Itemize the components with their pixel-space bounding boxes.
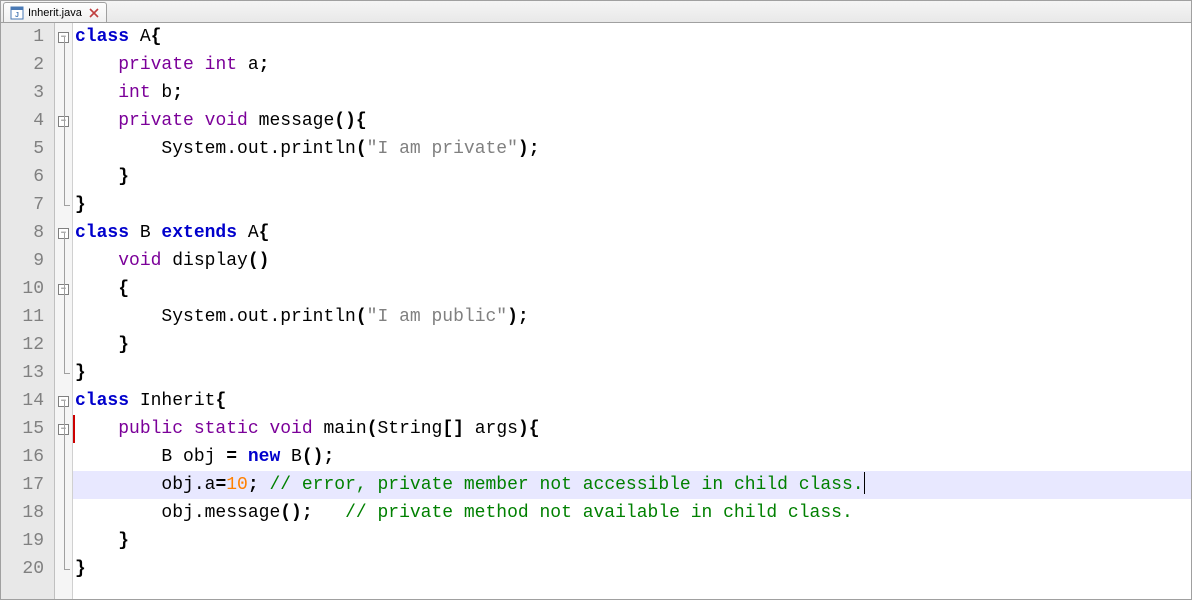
line-number: 13 bbox=[1, 359, 54, 387]
error-marker bbox=[73, 415, 75, 443]
line-number: 6 bbox=[1, 163, 54, 191]
code-line: public static void main(String[] args){ bbox=[73, 415, 1191, 443]
svg-text:J: J bbox=[15, 12, 19, 19]
line-number: 15 bbox=[1, 415, 54, 443]
code-line: private void message(){ bbox=[73, 107, 1191, 135]
code-line: System.out.println("I am private"); bbox=[73, 135, 1191, 163]
code-line: private int a; bbox=[73, 51, 1191, 79]
line-number: 12 bbox=[1, 331, 54, 359]
code-line: } bbox=[73, 527, 1191, 555]
code-line: void display() bbox=[73, 247, 1191, 275]
editor-body: 1 2 3 4 5 6 7 8 9 10 11 12 13 14 15 16 1… bbox=[1, 23, 1191, 599]
line-number: 18 bbox=[1, 499, 54, 527]
java-file-icon: J bbox=[10, 6, 24, 20]
code-area[interactable]: class A{ private int a; int b; private v… bbox=[73, 23, 1191, 599]
line-number: 19 bbox=[1, 527, 54, 555]
line-number: 7 bbox=[1, 191, 54, 219]
line-number: 17 bbox=[1, 471, 54, 499]
code-line: } bbox=[73, 163, 1191, 191]
text-cursor bbox=[864, 472, 865, 494]
line-number-gutter: 1 2 3 4 5 6 7 8 9 10 11 12 13 14 15 16 1… bbox=[1, 23, 55, 599]
code-line: class B extends A{ bbox=[73, 219, 1191, 247]
line-number: 20 bbox=[1, 555, 54, 583]
line-number: 10 bbox=[1, 275, 54, 303]
code-line: } bbox=[73, 191, 1191, 219]
line-number: 14 bbox=[1, 387, 54, 415]
line-number: 5 bbox=[1, 135, 54, 163]
editor-container: J Inherit.java 1 2 3 4 5 6 7 8 9 10 11 1… bbox=[0, 0, 1192, 600]
line-number: 9 bbox=[1, 247, 54, 275]
code-line: System.out.println("I am public"); bbox=[73, 303, 1191, 331]
line-number: 11 bbox=[1, 303, 54, 331]
code-line: B obj = new B(); bbox=[73, 443, 1191, 471]
code-line: int b; bbox=[73, 79, 1191, 107]
code-line-current: obj.a=10; // error, private member not a… bbox=[73, 471, 1191, 499]
close-icon[interactable] bbox=[88, 7, 100, 19]
code-line: } bbox=[73, 359, 1191, 387]
line-number: 3 bbox=[1, 79, 54, 107]
line-number: 8 bbox=[1, 219, 54, 247]
line-number: 1 bbox=[1, 23, 54, 51]
line-number: 4 bbox=[1, 107, 54, 135]
code-line: } bbox=[73, 331, 1191, 359]
tab-bar: J Inherit.java bbox=[1, 1, 1191, 23]
tab-filename: Inherit.java bbox=[28, 7, 82, 19]
line-number: 16 bbox=[1, 443, 54, 471]
code-line: class Inherit{ bbox=[73, 387, 1191, 415]
line-number: 2 bbox=[1, 51, 54, 79]
file-tab[interactable]: J Inherit.java bbox=[3, 2, 107, 22]
code-line: obj.message(); // private method not ava… bbox=[73, 499, 1191, 527]
code-line: class A{ bbox=[73, 23, 1191, 51]
fold-column: − − − − − − bbox=[55, 23, 73, 599]
code-line: { bbox=[73, 275, 1191, 303]
code-line: } bbox=[73, 555, 1191, 583]
